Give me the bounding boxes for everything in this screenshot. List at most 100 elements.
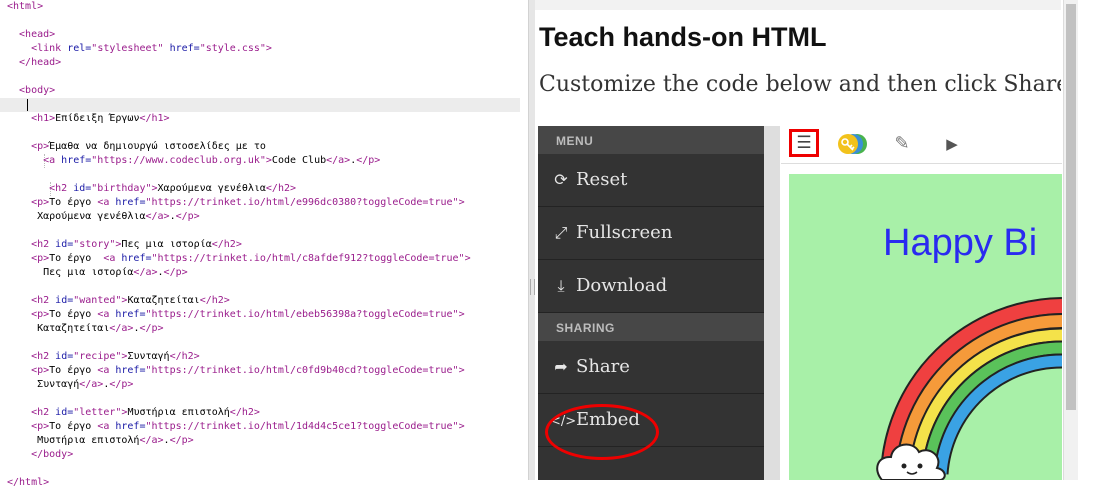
code-token: href=	[169, 43, 200, 54]
code-token: "letter"	[73, 407, 122, 418]
code-token: "recipe"	[73, 351, 122, 362]
code-line: <p>Το έργο <a href="https://trinket.io/h…	[31, 196, 465, 210]
code-line: Πες μια ιστορία</a>.</p>	[43, 266, 188, 280]
code-token: >	[458, 197, 465, 208]
code-token: <h1>	[31, 113, 56, 124]
code-line: <h1>Επίδειξη Έργων</h1>	[31, 112, 170, 126]
code-token: </a>	[326, 155, 351, 166]
code-token: <a	[97, 197, 116, 208]
share-icon: ➦	[554, 357, 568, 376]
code-icon: </>	[550, 414, 577, 429]
code-token: "birthday"	[91, 183, 152, 194]
code-token: Πες μια ιστορία	[43, 267, 134, 278]
code-token: "https://trinket.io/html/c8afdef912?togg…	[151, 253, 465, 264]
code-line: </html>	[7, 476, 49, 490]
code-token: <h2	[49, 183, 74, 194]
menu-item-reset[interactable]: ⟳ Reset	[538, 154, 764, 207]
menu-item-label: Share	[576, 356, 630, 377]
code-token: Πες μια ιστορία	[121, 239, 212, 250]
code-token: >	[458, 309, 465, 320]
download-icon: ⤓	[557, 276, 565, 295]
code-token: Το έργο	[49, 421, 98, 432]
code-token: id=	[55, 239, 74, 250]
code-line: <p>Το έργο <a href="https://trinket.io/h…	[31, 364, 465, 378]
active-line-highlight	[0, 98, 520, 112]
code-token: <a	[97, 309, 116, 320]
code-token: Καταζητείται	[127, 295, 200, 306]
code-line: <p>Το έργο <a href="https://trinket.io/h…	[31, 308, 465, 322]
sharing-section-header: SHARING	[538, 313, 764, 341]
code-token: id=	[55, 351, 74, 362]
code-token: <p>	[31, 253, 50, 264]
code-line: Μυστήρια επιστολή</a>.</p>	[37, 434, 194, 448]
vertical-scrollbar[interactable]	[1063, 0, 1078, 480]
code-line: </head>	[19, 56, 61, 70]
code-token: Καταζητείται	[37, 323, 110, 334]
code-token: >	[458, 421, 465, 432]
key-icon[interactable]	[837, 133, 869, 155]
scrollbar-thumb[interactable]	[1066, 4, 1076, 410]
output-preview: Happy Bi	[789, 174, 1062, 480]
text-cursor	[27, 99, 28, 111]
code-token: </h2>	[211, 239, 242, 250]
code-token: </p>	[169, 435, 194, 446]
code-line: Συνταγή</a>.</p>	[37, 378, 133, 392]
code-token: "https://trinket.io/html/ebeb56398a?togg…	[145, 309, 459, 320]
code-token: <p>	[31, 309, 50, 320]
code-token: <p>	[31, 421, 50, 432]
hamburger-icon[interactable]: ☰	[789, 129, 819, 157]
code-editor[interactable]: <html> <head> <link rel="stylesheet" href=…	[0, 0, 520, 499]
code-token: "story"	[73, 239, 116, 250]
page-title: Teach hands-on HTML	[539, 22, 827, 52]
code-token: </p>	[163, 267, 188, 278]
expand-icon: ⤢	[554, 223, 568, 242]
code-token: "https://trinket.io/html/c0fd9b40cd?togg…	[145, 365, 459, 376]
code-token: </html>	[7, 477, 50, 488]
pencil-icon[interactable]: ✎	[891, 133, 913, 155]
code-token: id=	[55, 407, 74, 418]
code-token: "style.css"	[199, 43, 266, 54]
code-token: "wanted"	[73, 295, 122, 306]
code-token: <h2	[31, 239, 56, 250]
menu-item-share[interactable]: ➦ Share	[538, 341, 764, 394]
page-subtitle: Customize the code below and then click …	[539, 72, 1061, 97]
menu-item-fullscreen[interactable]: ⤢ Fullscreen	[538, 207, 764, 260]
code-line: <head>	[19, 28, 55, 42]
code-token: href=	[115, 421, 146, 432]
code-token: <h2	[31, 407, 56, 418]
code-line: Καταζητείται</a>.</p>	[37, 322, 163, 336]
trinket-widget: MENU ⟳ Reset ⤢ Fullscreen ⤓ Download SHARIN…	[538, 126, 1062, 480]
code-token: </p>	[356, 155, 381, 166]
code-token: Έμαθα να δημιουργώ ιστοσελίδες με το	[49, 141, 266, 152]
code-token: >	[265, 43, 272, 54]
code-line: <body>	[19, 84, 55, 98]
code-token: <p>	[31, 365, 50, 376]
play-icon[interactable]: ▶	[941, 133, 963, 155]
trinket-menu: MENU ⟳ Reset ⤢ Fullscreen ⤓ Download SHARIN…	[538, 126, 764, 480]
code-token: <p>	[31, 141, 50, 152]
code-token: Χαρούμενα γενέθλια	[37, 211, 146, 222]
menu-item-embed[interactable]: </>Embed	[538, 394, 764, 447]
code-line: <p>Το έργο <a href="https://trinket.io/h…	[31, 420, 465, 434]
code-token: "https://trinket.io/html/e996dc0380?togg…	[145, 197, 459, 208]
menu-item-label: Download	[576, 275, 668, 296]
code-token: <a	[43, 155, 62, 166]
code-token: Το έργο	[49, 365, 98, 376]
code-token: </h2>	[169, 351, 200, 362]
code-token: Code Club	[271, 155, 327, 166]
code-token: >	[464, 253, 471, 264]
code-token: </p>	[175, 211, 200, 222]
code-token: Μυστήρια επιστολή	[127, 407, 230, 418]
code-token: </a>	[133, 267, 158, 278]
menu-item-label: Fullscreen	[576, 222, 673, 243]
code-token: Επίδειξη Έργων	[55, 113, 140, 124]
trinket-toolbar: ☰ ✎ ▶	[781, 126, 1062, 164]
code-token: href=	[121, 253, 152, 264]
code-line: <h2 id="recipe">Συνταγή</h2>	[31, 350, 200, 364]
menu-item-download[interactable]: ⤓ Download	[538, 260, 764, 313]
code-token: </h2>	[229, 407, 260, 418]
code-token: </h2>	[199, 295, 230, 306]
code-token: Μυστήρια επιστολή	[37, 435, 140, 446]
code-token: "https://www.codeclub.org.uk"	[91, 155, 266, 166]
code-token: id=	[73, 183, 92, 194]
